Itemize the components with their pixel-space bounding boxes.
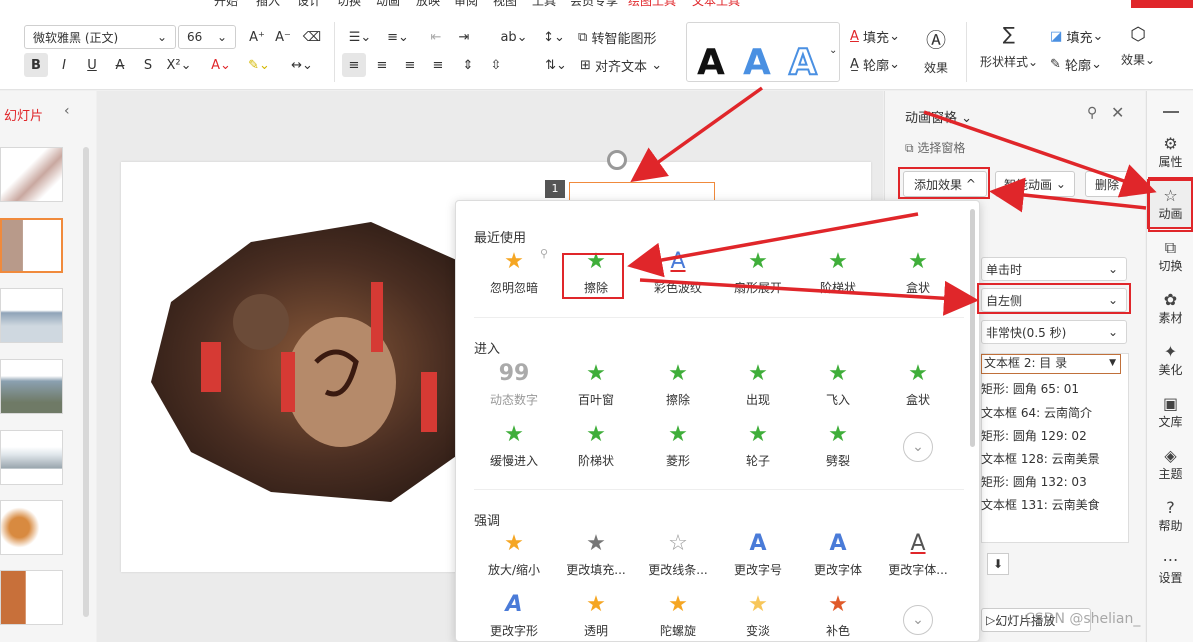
arrow-to-wipe — [627, 212, 919, 278]
arrow-to-direction — [639, 278, 979, 316]
arrow-to-add-effect — [989, 177, 1147, 213]
arrow-to-textbox — [630, 86, 764, 183]
arrow-to-animation-tab — [923, 110, 1157, 198]
annotation-arrows — [627, 86, 1157, 316]
